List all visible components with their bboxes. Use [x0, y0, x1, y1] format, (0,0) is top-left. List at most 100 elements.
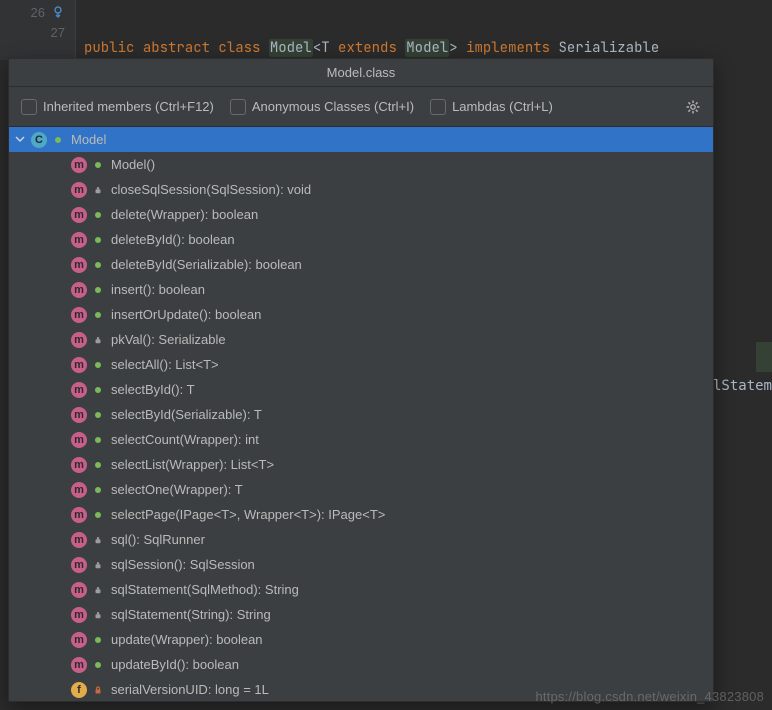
tree-item[interactable]: m selectById(Serializable): T — [9, 402, 713, 427]
public-visibility-icon — [91, 158, 105, 172]
method-icon: m — [71, 582, 87, 598]
method-icon: m — [71, 182, 87, 198]
tree-item[interactable]: mselectCount(Wrapper): int — [9, 427, 713, 452]
public-visibility-icon — [91, 233, 105, 247]
tree-item[interactable]: m sql(): SqlRunner — [9, 527, 713, 552]
method-icon: m — [71, 207, 87, 223]
protected-visibility-icon — [91, 333, 105, 347]
method-icon: m — [71, 532, 87, 548]
tree-item[interactable]: m selectAll(): List<T> — [9, 352, 713, 377]
method-icon: m — [71, 157, 87, 173]
code-area[interactable]: public abstract class Model<T extends Mo… — [76, 0, 772, 60]
public-visibility-icon — [91, 383, 105, 397]
tree-item[interactable]: m updateById(): boolean — [9, 652, 713, 677]
tree-item[interactable]: m closeSqlSession(SqlSession): void — [9, 177, 713, 202]
tree-item[interactable]: m deleteById(Serializable): boolean — [9, 252, 713, 277]
tree-item[interactable]: m sqlStatement(SqlMethod): String — [9, 577, 713, 602]
tree-item-label: deleteById(): boolean — [111, 232, 235, 247]
protected-visibility-icon — [91, 583, 105, 597]
public-visibility-icon — [91, 408, 105, 422]
tree-item[interactable]: msqlStatement(String): String — [9, 602, 713, 627]
tree-item[interactable]: mselectPage(IPage<T>, Wrapper<T>): IPage… — [9, 502, 713, 527]
popup-toolbar: Inherited members (Ctrl+F12) Anonymous C… — [9, 87, 713, 127]
public-visibility-icon — [91, 358, 105, 372]
tree-item[interactable]: m insertOrUpdate(): boolean — [9, 302, 713, 327]
public-visibility-icon — [91, 658, 105, 672]
structure-tree[interactable]: C Model m Model() m closeSqlSession(SqlSess… — [9, 127, 713, 701]
tree-item-label: selectList(Wrapper): List<T> — [111, 457, 274, 472]
tree-item[interactable]: m pkVal(): Serializable — [9, 327, 713, 352]
private-visibility-icon — [91, 683, 105, 697]
tree-item-label: selectById(): T — [111, 382, 195, 397]
tree-item-label: Model() — [111, 157, 155, 172]
protected-visibility-icon — [91, 183, 105, 197]
checkbox-inherited-members[interactable]: Inherited members (Ctrl+F12) — [21, 99, 214, 115]
tree-item-label: sqlStatement(SqlMethod): String — [111, 582, 299, 597]
tree-item-label: deleteById(Serializable): boolean — [111, 257, 302, 272]
tree-item-label: updateById(): boolean — [111, 657, 239, 672]
method-icon: m — [71, 507, 87, 523]
checkbox-label: Lambdas (Ctrl+L) — [452, 99, 553, 114]
editor-background: 26 27 public abstract class Model<T exte… — [0, 0, 772, 60]
tree-item[interactable]: m deleteById(): boolean — [9, 227, 713, 252]
tree-root-class[interactable]: C Model — [9, 127, 713, 152]
method-icon: m — [71, 307, 87, 323]
tree-item-label: selectOne(Wrapper): T — [111, 482, 243, 497]
popup-title: Model.class — [9, 59, 713, 87]
method-icon: m — [71, 282, 87, 298]
public-visibility-icon — [91, 258, 105, 272]
public-visibility-icon — [91, 208, 105, 222]
public-visibility-icon — [91, 508, 105, 522]
checkbox-label: Inherited members (Ctrl+F12) — [43, 99, 214, 114]
method-icon: m — [71, 257, 87, 273]
file-structure-popup: Model.class Inherited members (Ctrl+F12)… — [8, 58, 714, 702]
public-visibility-icon — [91, 433, 105, 447]
public-visibility-icon — [91, 483, 105, 497]
checkbox-anonymous-classes[interactable]: Anonymous Classes (Ctrl+I) — [230, 99, 414, 115]
method-icon: m — [71, 632, 87, 648]
checkbox-lambdas[interactable]: Lambdas (Ctrl+L) — [430, 99, 553, 115]
tree-item-label: selectById(Serializable): T — [111, 407, 262, 422]
public-visibility-icon — [91, 458, 105, 472]
protected-visibility-icon — [91, 608, 105, 622]
tree-item[interactable]: m Model() — [9, 152, 713, 177]
gear-icon[interactable] — [685, 99, 701, 115]
watermark-text: https://blog.csdn.net/weixin_43823808 — [535, 689, 764, 704]
tree-item[interactable]: m selectOne(Wrapper): T — [9, 477, 713, 502]
method-icon: m — [71, 382, 87, 398]
tree-item[interactable]: m selectById(): T — [9, 377, 713, 402]
method-icon: m — [71, 332, 87, 348]
field-icon: f — [71, 682, 87, 698]
tree-item-label: sqlStatement(String): String — [111, 607, 271, 622]
tree-item-label: insertOrUpdate(): boolean — [111, 307, 261, 322]
public-visibility-icon — [91, 633, 105, 647]
checkbox-label: Anonymous Classes (Ctrl+I) — [252, 99, 414, 114]
class-icon: C — [31, 132, 47, 148]
tree-item[interactable]: mupdate(Wrapper): boolean — [9, 627, 713, 652]
public-visibility-icon — [91, 308, 105, 322]
method-icon: m — [71, 232, 87, 248]
method-icon: m — [71, 407, 87, 423]
tree-item-label: closeSqlSession(SqlSession): void — [111, 182, 311, 197]
tree-item-label: delete(Wrapper): boolean — [111, 207, 258, 222]
method-icon: m — [71, 457, 87, 473]
editor-gutter: 26 27 — [0, 0, 76, 60]
implements-gutter-icon[interactable] — [51, 5, 65, 19]
method-icon: m — [71, 482, 87, 498]
editor-highlight-strip — [756, 342, 772, 372]
public-visibility-icon — [51, 133, 65, 147]
checkbox-icon — [230, 99, 246, 115]
tree-item[interactable]: m selectList(Wrapper): List<T> — [9, 452, 713, 477]
tree-item[interactable]: minsert(): boolean — [9, 277, 713, 302]
tree-item-label: pkVal(): Serializable — [111, 332, 226, 347]
tree-item-label: selectAll(): List<T> — [111, 357, 219, 372]
method-icon: m — [71, 657, 87, 673]
code-line: public abstract class Model<T extends Mo… — [76, 38, 772, 58]
tree-item[interactable]: m delete(Wrapper): boolean — [9, 202, 713, 227]
method-icon: m — [71, 357, 87, 373]
checkbox-icon — [21, 99, 37, 115]
tree-item-label: sql(): SqlRunner — [111, 532, 205, 547]
tree-item[interactable]: msqlSession(): SqlSession — [9, 552, 713, 577]
gutter-line: 26 — [0, 2, 75, 22]
background-code-fragment: lStatem — [713, 378, 772, 394]
